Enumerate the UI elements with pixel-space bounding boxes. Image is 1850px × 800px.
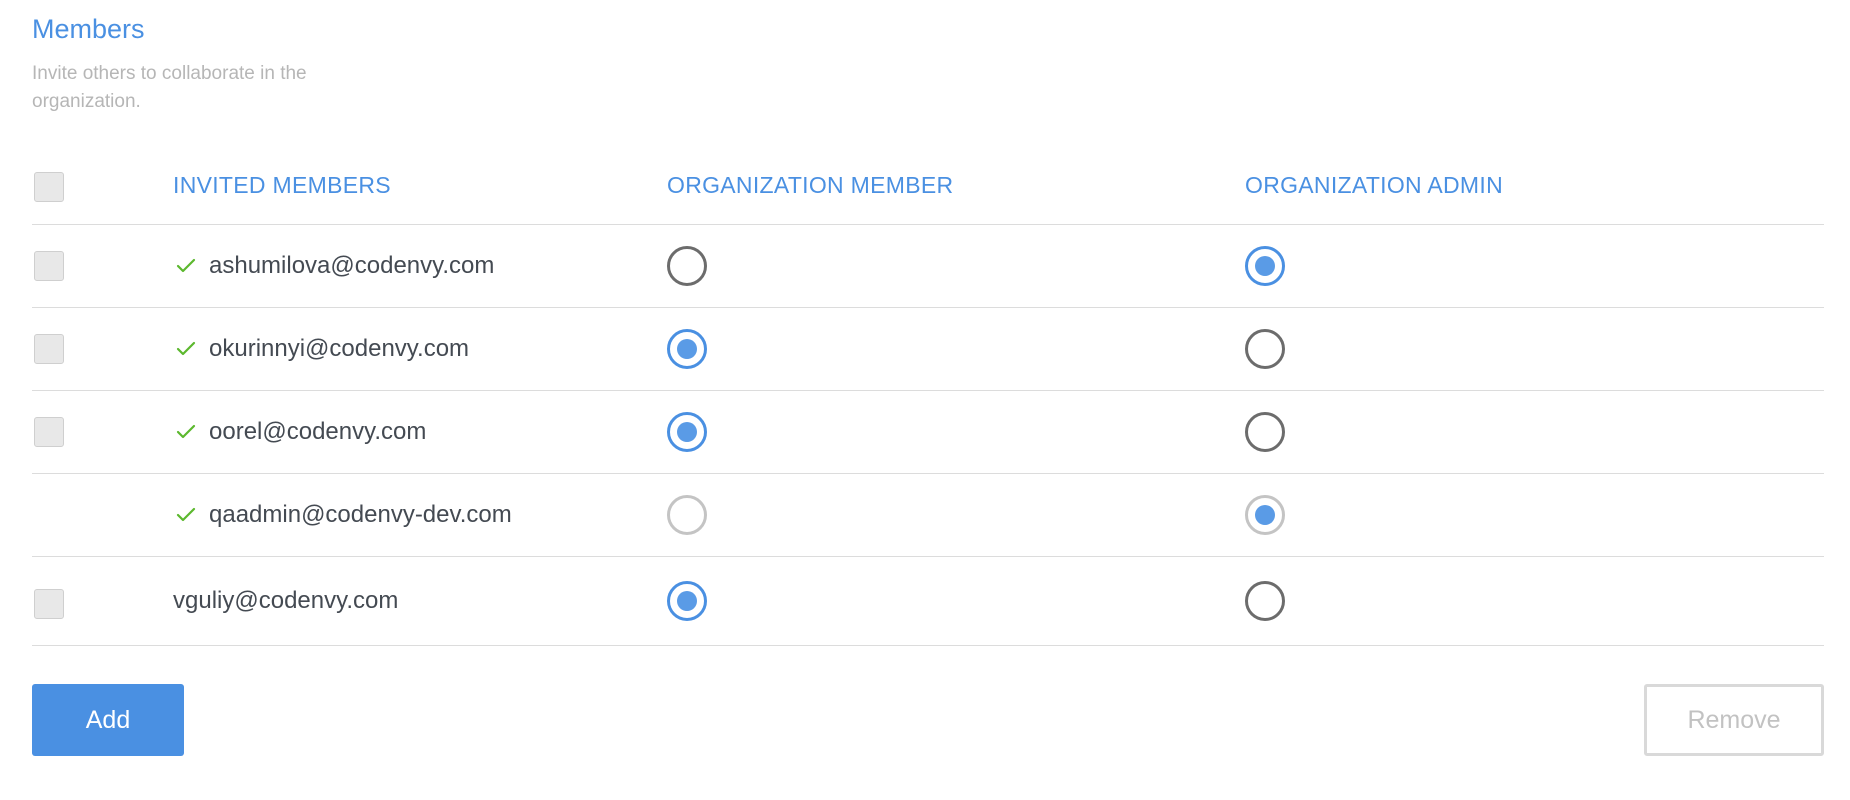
member-cell: qaadmin@codenvy-dev.com bbox=[173, 474, 512, 556]
member-cell: ashumilova@codenvy.com bbox=[173, 225, 494, 307]
member-cell: oorel@codenvy.com bbox=[173, 391, 426, 473]
organization-admin-radio[interactable] bbox=[1245, 581, 1285, 621]
organization-member-radio bbox=[667, 495, 707, 535]
column-header-organization-member: ORGANIZATION MEMBER bbox=[667, 172, 954, 198]
table-row: qaadmin@codenvy-dev.com bbox=[32, 474, 1824, 557]
table-row: ashumilova@codenvy.com bbox=[32, 225, 1824, 308]
select-all-checkbox[interactable] bbox=[34, 172, 64, 202]
row-checkbox[interactable] bbox=[34, 589, 64, 619]
column-header-invited-members: INVITED MEMBERS bbox=[173, 172, 391, 198]
table-row: okurinnyi@codenvy.com bbox=[32, 308, 1824, 391]
check-icon bbox=[176, 341, 196, 356]
organization-member-radio[interactable] bbox=[667, 246, 707, 286]
organization-admin-radio bbox=[1245, 495, 1285, 535]
organization-admin-radio[interactable] bbox=[1245, 412, 1285, 452]
row-checkbox[interactable] bbox=[34, 417, 64, 447]
organization-admin-radio[interactable] bbox=[1245, 246, 1285, 286]
check-icon bbox=[176, 424, 196, 439]
member-email: qaadmin@codenvy-dev.com bbox=[209, 501, 512, 528]
member-email: okurinnyi@codenvy.com bbox=[209, 335, 470, 362]
member-email: vguliy@codenvy.com bbox=[173, 587, 399, 614]
page-subtitle: Invite others to collaborate in the orga… bbox=[32, 63, 307, 112]
members-panel: Members Invite others to collaborate in … bbox=[0, 0, 1850, 800]
table-row: oorel@codenvy.com bbox=[32, 391, 1824, 474]
row-checkbox[interactable] bbox=[34, 251, 64, 281]
member-cell: vguliy@codenvy.com bbox=[173, 557, 398, 645]
organization-member-radio[interactable] bbox=[667, 412, 707, 452]
organization-member-radio[interactable] bbox=[667, 581, 707, 621]
page-title: Members bbox=[32, 14, 145, 44]
check-icon bbox=[176, 507, 196, 522]
add-button[interactable]: Add bbox=[32, 684, 184, 756]
member-email: oorel@codenvy.com bbox=[209, 418, 427, 445]
organization-admin-radio[interactable] bbox=[1245, 329, 1285, 369]
member-cell: okurinnyi@codenvy.com bbox=[173, 308, 469, 390]
check-icon bbox=[176, 258, 196, 273]
column-header-organization-admin: ORGANIZATION ADMIN bbox=[1245, 172, 1503, 198]
remove-button[interactable]: Remove bbox=[1644, 684, 1824, 756]
table-row: vguliy@codenvy.com bbox=[32, 557, 1824, 646]
table-header: INVITED MEMBERS ORGANIZATION MEMBER ORGA… bbox=[32, 150, 1824, 225]
organization-member-radio[interactable] bbox=[667, 329, 707, 369]
row-checkbox[interactable] bbox=[34, 334, 64, 364]
member-email: ashumilova@codenvy.com bbox=[209, 252, 495, 279]
